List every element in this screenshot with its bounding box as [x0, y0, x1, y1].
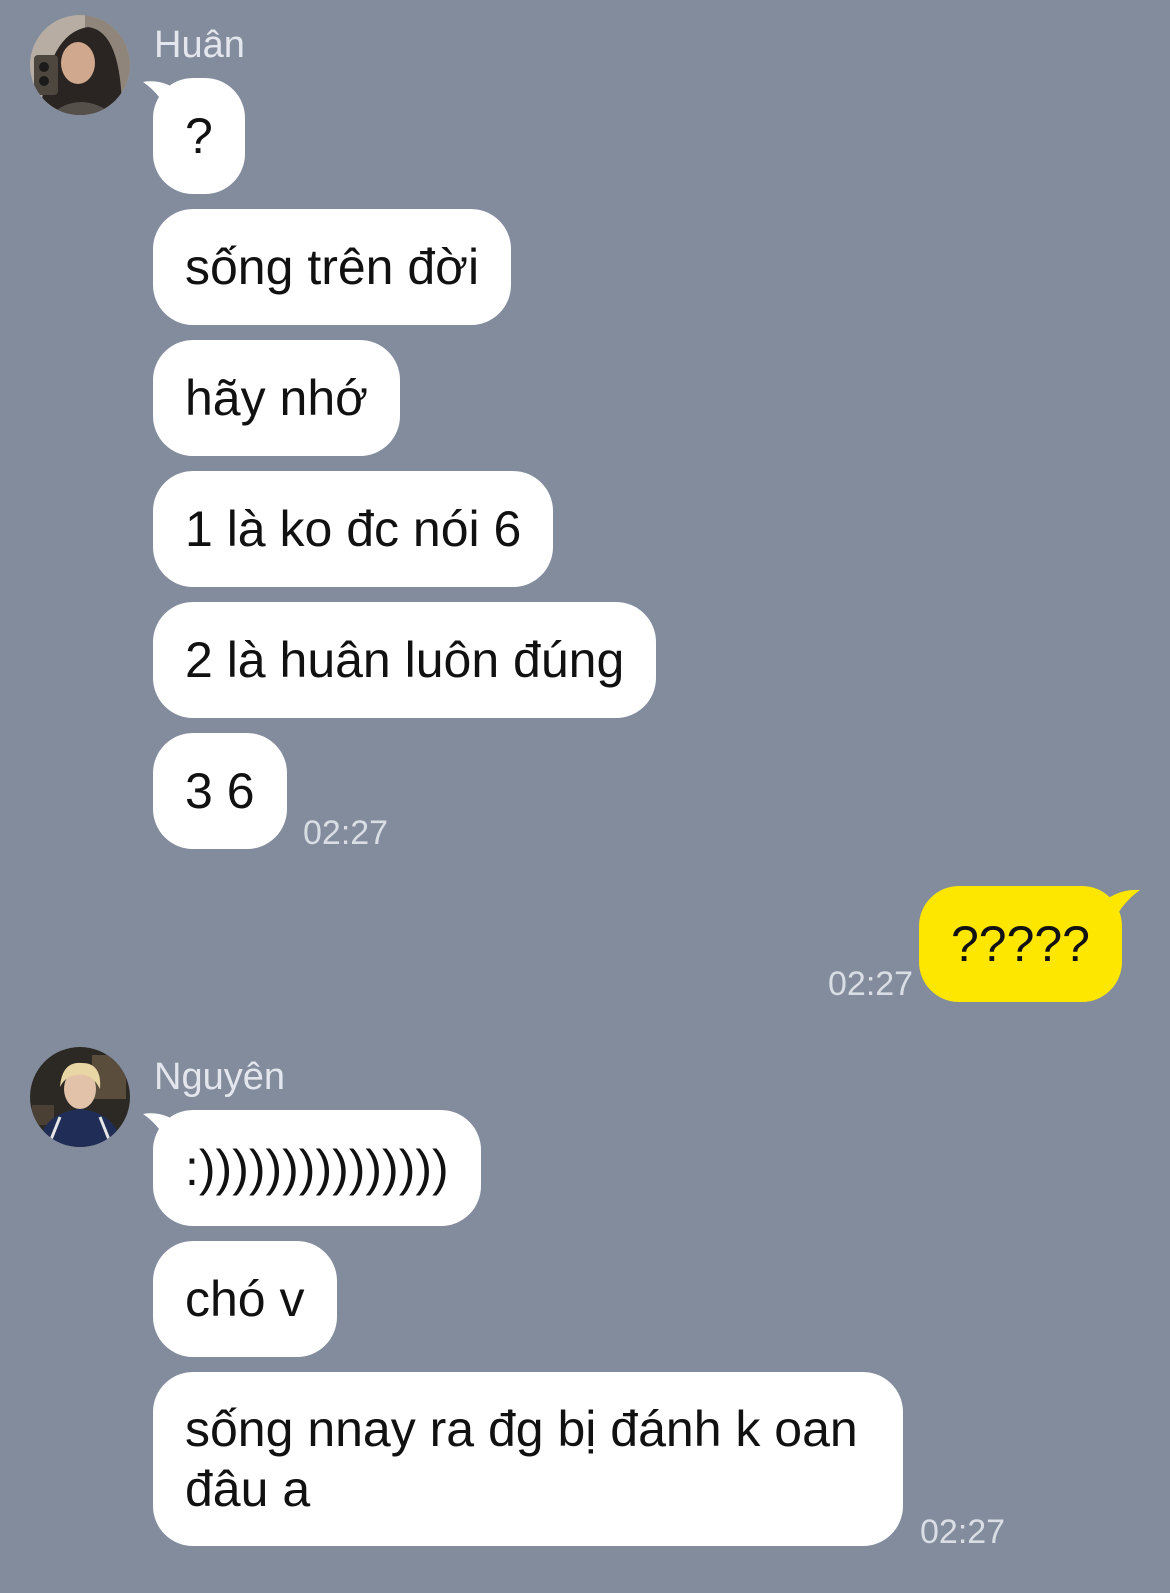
sender-name: Huân [154, 24, 245, 66]
message-time: 02:27 [828, 965, 914, 1003]
sender-name: Nguyên [154, 1056, 285, 1098]
message-bubble[interactable]: sống nnay ra đg bị đánh k oan đâu a [153, 1372, 903, 1546]
message-bubble[interactable]: ? [153, 78, 245, 194]
message-bubble[interactable]: :))))))))))))))) [153, 1110, 481, 1226]
message-time: 02:27 [920, 1513, 1006, 1551]
message-bubble[interactable]: sống trên đời [153, 209, 512, 325]
message-time: 02:27 [303, 814, 389, 852]
avatar-nguyen[interactable] [30, 1047, 130, 1147]
avatar-huan[interactable] [30, 15, 130, 115]
message-bubble[interactable]: 3 6 [153, 733, 287, 849]
my-message-bubble[interactable]: ????? [918, 886, 1122, 1002]
message-bubble[interactable]: chó v [153, 1241, 337, 1357]
message-bubble[interactable]: 1 là ko đc nói 6 [153, 471, 554, 587]
message-bubble[interactable]: hãy nhớ [153, 340, 400, 456]
chat-view: Huân ? sống trên đời hãy nhớ 1 là ko đc … [0, 0, 1170, 1593]
message-bubble[interactable]: 2 là huân luôn đúng [153, 602, 657, 718]
